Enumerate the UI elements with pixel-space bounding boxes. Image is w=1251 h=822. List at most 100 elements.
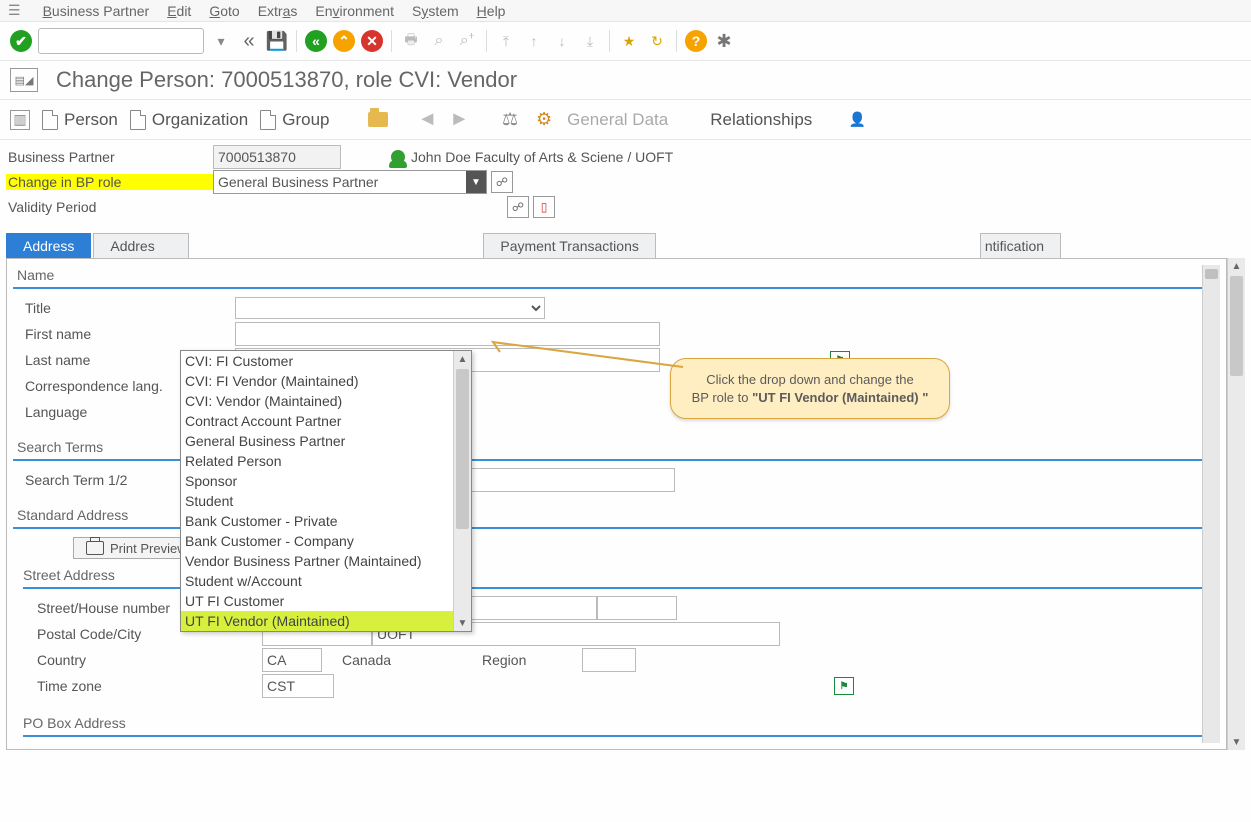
bp-role-selected: General Business Partner xyxy=(218,174,378,190)
callout-bold: "UT FI Vendor (Maintained) " xyxy=(752,390,928,405)
bp-role-option[interactable]: Student xyxy=(181,491,471,511)
find-next-icon[interactable]: ⌕⁺ xyxy=(456,30,478,52)
check-icon[interactable]: ⚖ xyxy=(499,109,521,131)
validity-delete-icon[interactable]: ▯ xyxy=(533,196,555,218)
create-person-button[interactable]: Person xyxy=(42,110,118,130)
shortcut-icon[interactable]: ↻ xyxy=(646,30,668,52)
first-name-label: First name xyxy=(13,326,235,342)
title-bar: ▤◢ Change Person: 7000513870, role CVI: … xyxy=(0,61,1251,100)
scroll-down-icon[interactable]: ▼ xyxy=(1228,734,1245,750)
bp-role-option[interactable]: Related Person xyxy=(181,451,471,471)
general-data-button[interactable]: General Data xyxy=(567,110,668,130)
doc-icon xyxy=(42,110,58,130)
scroll-up-icon[interactable]: ▲ xyxy=(1228,258,1245,274)
save-icon[interactable]: 💾 xyxy=(266,30,288,52)
bp-role-lookup-icon[interactable]: ☍ xyxy=(491,171,513,193)
scroll-up-icon[interactable]: ▲ xyxy=(454,351,471,367)
bp-role-option[interactable]: Bank Customer - Private xyxy=(181,511,471,531)
house-number-field[interactable] xyxy=(597,596,677,620)
menu-environment[interactable]: Environment xyxy=(315,3,394,19)
callout-line2: BP role to xyxy=(692,390,752,405)
validity-lookup-icon[interactable]: ☍ xyxy=(507,196,529,218)
page-scrollbar[interactable]: ▲ ▼ xyxy=(1227,258,1245,750)
bp-role-option[interactable]: General Business Partner xyxy=(181,431,471,451)
tab-address-overview[interactable]: Addres xyxy=(93,233,189,258)
doc-icon xyxy=(130,110,146,130)
bp-role-option[interactable]: Contract Account Partner xyxy=(181,411,471,431)
bp-role-option[interactable]: CVI: FI Customer xyxy=(181,351,471,371)
name-group-heading: Name xyxy=(13,265,1202,285)
main-toolbar: ✔ ▾ « 💾 « ⌃ ✕ 🖶 ⌕ ⌕⁺ ⤒ ↑ ↓ ⤓ ★ ↻ ? ✱ xyxy=(0,22,1251,61)
prev-page-icon[interactable]: ↑ xyxy=(523,30,545,52)
bp-role-option[interactable]: Sponsor xyxy=(181,471,471,491)
bp-role-option[interactable]: Vendor Business Partner (Maintained) xyxy=(181,551,471,571)
nav-right-icon[interactable]: ► xyxy=(449,108,469,131)
tab-address[interactable]: Address xyxy=(6,233,91,258)
create-group-button[interactable]: Group xyxy=(260,110,329,130)
back-double-icon[interactable]: « xyxy=(238,30,260,52)
scroll-down-icon[interactable]: ▼ xyxy=(454,615,471,631)
search-term2-field[interactable] xyxy=(460,468,675,492)
print-icon[interactable]: 🖶 xyxy=(400,30,422,52)
switch-icon[interactable]: ⚙ xyxy=(533,109,555,131)
menu-goto[interactable]: Goto xyxy=(209,3,239,19)
country-code-field[interactable] xyxy=(262,648,322,672)
last-page-icon[interactable]: ⤓ xyxy=(579,30,601,52)
title-select[interactable] xyxy=(235,297,545,319)
bp-number-field[interactable] xyxy=(213,145,341,169)
doc-icon xyxy=(260,110,276,130)
callout-line1: Click the drop down and change the xyxy=(706,372,913,387)
country-name-display: Canada xyxy=(342,652,482,668)
region-field[interactable] xyxy=(582,648,636,672)
dropdown-cmd-icon[interactable]: ▾ xyxy=(210,30,232,52)
menu-business-partner[interactable]: Business Partner xyxy=(43,3,150,19)
bp-role-option[interactable]: CVI: Vendor (Maintained) xyxy=(181,391,471,411)
chevron-down-icon[interactable]: ▼ xyxy=(466,171,486,193)
bp-role-dropdown[interactable]: General Business Partner ▼ xyxy=(213,170,487,194)
help-icon[interactable]: ? xyxy=(685,30,707,52)
panel-scrollbar[interactable] xyxy=(1202,265,1220,743)
dropdown-scrollbar[interactable]: ▲ ▼ xyxy=(453,351,471,631)
object-bar: ▥ Person Organization Group ◄ ► ⚖ ⚙ Gene… xyxy=(0,100,1251,140)
create-organization-button[interactable]: Organization xyxy=(130,110,248,130)
menu-help[interactable]: Help xyxy=(477,3,506,19)
app-menu-icon[interactable]: ☰ xyxy=(8,2,21,19)
bp-role-option[interactable]: UT FI Vendor (Maintained) xyxy=(181,611,471,631)
exit-icon[interactable]: ⌃ xyxy=(333,30,355,52)
new-session-icon[interactable]: ★ xyxy=(618,30,640,52)
menu-bar: ☰ Business Partner Edit Goto Extras Envi… xyxy=(0,0,1251,22)
object-icon[interactable]: ▤◢ xyxy=(10,68,38,92)
open-folder-icon[interactable] xyxy=(368,112,388,127)
print-icon xyxy=(86,541,104,555)
relationships-button[interactable]: Relationships xyxy=(710,110,812,130)
command-field[interactable] xyxy=(38,28,204,54)
menu-extras[interactable]: Extras xyxy=(258,3,298,19)
person-icon xyxy=(391,150,405,164)
locator-icon[interactable]: ▥ xyxy=(10,110,30,130)
validity-label: Validity Period xyxy=(6,199,213,215)
tab-identification[interactable]: ntification xyxy=(980,233,1061,258)
customize-icon[interactable]: ✱ xyxy=(713,30,735,52)
form-area: Business Partner John Doe Faculty of Art… xyxy=(0,140,1251,754)
nav-left-icon[interactable]: ◄ xyxy=(418,108,438,131)
bp-role-option[interactable]: UT FI Customer xyxy=(181,591,471,611)
bp-role-option[interactable]: Student w/Account xyxy=(181,571,471,591)
bp-role-option[interactable]: Bank Customer - Company xyxy=(181,531,471,551)
refresh-rel-icon[interactable]: 👤 xyxy=(846,109,868,131)
bp-role-option[interactable]: CVI: FI Vendor (Maintained) xyxy=(181,371,471,391)
more-addr-fields-icon[interactable]: ⚑ xyxy=(834,677,854,695)
enter-icon[interactable]: ✔ xyxy=(10,30,32,52)
cancel-icon[interactable]: ✕ xyxy=(361,30,383,52)
tab-strip: Address Addres Payment Transactions ntif… xyxy=(6,233,1245,258)
first-page-icon[interactable]: ⤒ xyxy=(495,30,517,52)
tab-payment-transactions[interactable]: Payment Transactions xyxy=(483,233,656,258)
back-icon[interactable]: « xyxy=(305,30,327,52)
menu-system[interactable]: System xyxy=(412,3,459,19)
find-icon[interactable]: ⌕ xyxy=(428,30,450,52)
timezone-field[interactable] xyxy=(262,674,334,698)
bp-name-display: John Doe Faculty of Arts & Sciene / UOFT xyxy=(411,149,673,165)
menu-edit[interactable]: Edit xyxy=(167,3,191,19)
first-name-field[interactable] xyxy=(235,322,660,346)
next-page-icon[interactable]: ↓ xyxy=(551,30,573,52)
bp-role-options-list[interactable]: ▲ ▼ CVI: FI CustomerCVI: FI Vendor (Main… xyxy=(180,350,472,632)
